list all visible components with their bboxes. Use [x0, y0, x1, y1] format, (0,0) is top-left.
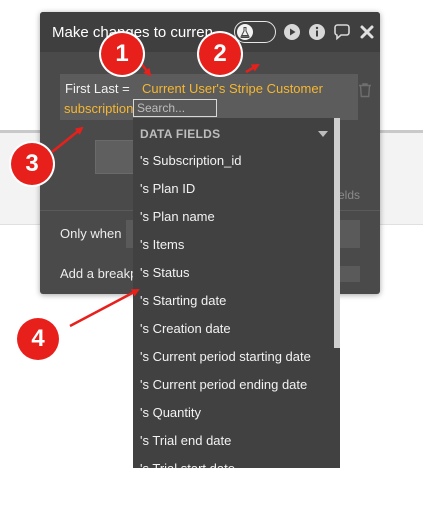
- first-last-field-row[interactable]: First Last = Current User's Stripe Custo…: [60, 74, 358, 120]
- field-label: First Last =: [65, 81, 130, 96]
- dropdown-item[interactable]: 's Trial end date: [133, 427, 334, 455]
- flask-icon: [237, 24, 253, 40]
- dropdown-item[interactable]: 's Trial start date: [133, 455, 334, 468]
- debug-toggle[interactable]: [234, 21, 276, 43]
- breakpoint-label: Add a breakp: [60, 266, 138, 281]
- dropdown-item[interactable]: 's Plan ID: [133, 175, 334, 203]
- dropdown-item[interactable]: 's Quantity: [133, 399, 334, 427]
- annotation-arrow-4: [69, 288, 140, 328]
- play-icon[interactable]: [283, 23, 301, 41]
- dropdown-item[interactable]: 's Items: [133, 231, 334, 259]
- dropdown-item[interactable]: 's Creation date: [133, 315, 334, 343]
- breakpoint-checkbox[interactable]: [338, 266, 360, 282]
- dropdown-item[interactable]: 's Starting date: [133, 287, 334, 315]
- data-fields-dropdown: DATA FIELDS 's Subscription_id 's Plan I…: [133, 118, 340, 468]
- expression-text[interactable]: Current User's Stripe Customer: [142, 81, 323, 96]
- annotation-badge-4: 4: [17, 318, 59, 360]
- search-input[interactable]: [133, 99, 217, 117]
- annotation-badge-3: 3: [11, 143, 53, 185]
- dropdown-item[interactable]: 's Current period starting date: [133, 343, 334, 371]
- dropdown-item[interactable]: 's Status: [133, 259, 334, 287]
- annotation-badge-2: 2: [199, 33, 241, 75]
- close-icon[interactable]: [358, 23, 376, 41]
- add-field-button[interactable]: [95, 140, 135, 174]
- annotation-badge-1: 1: [101, 33, 143, 75]
- dropdown-item[interactable]: 's Subscription_id: [133, 147, 334, 175]
- caret-down-icon[interactable]: [318, 131, 328, 137]
- trash-icon[interactable]: [358, 82, 372, 98]
- only-when-label: Only when: [60, 226, 122, 241]
- dropdown-header-label: DATA FIELDS: [140, 127, 221, 141]
- dropdown-header[interactable]: DATA FIELDS: [133, 118, 334, 148]
- expression-text-continued[interactable]: subscription: [64, 101, 133, 116]
- dropdown-item[interactable]: 's Current period ending date: [133, 371, 334, 399]
- dropdown-item[interactable]: 's Plan name: [133, 203, 334, 231]
- dropdown-scrollbar[interactable]: [334, 118, 340, 348]
- fields-hint: elds: [338, 188, 361, 202]
- comment-icon[interactable]: [333, 23, 351, 41]
- info-icon[interactable]: [308, 23, 326, 41]
